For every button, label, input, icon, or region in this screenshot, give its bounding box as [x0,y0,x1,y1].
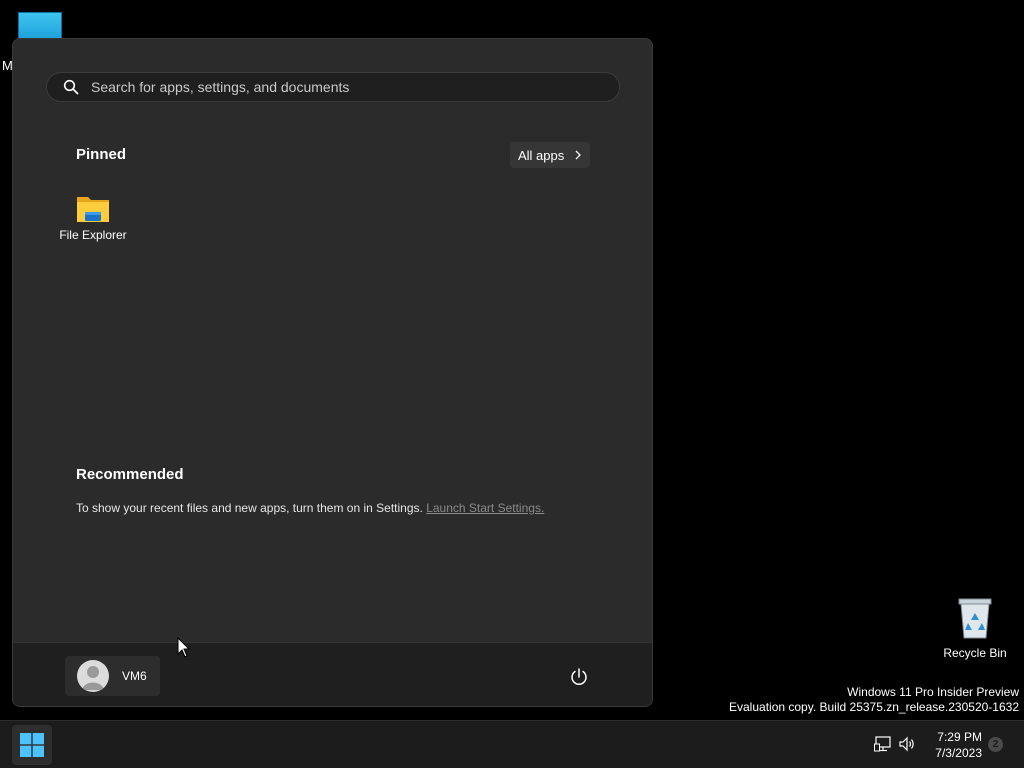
clock[interactable]: 7:29 PM 7/3/2023 [918,729,982,761]
pinned-heading: Pinned [76,146,127,163]
recycle-bin-label: Recycle Bin [943,646,1007,660]
start-footer: VM6 [13,642,652,706]
recycle-bin[interactable]: Recycle Bin [938,596,1012,660]
clock-time: 7:29 PM [937,730,982,744]
user-account-button[interactable]: VM6 [65,656,160,696]
mouse-cursor-icon [177,637,191,658]
pinned-app-file-explorer[interactable]: File Explorer [49,187,137,251]
launch-start-settings-link[interactable]: Launch Start Settings. [426,501,544,515]
windows-logo-icon [20,733,44,757]
recommended-heading: Recommended [76,466,184,483]
notification-badge[interactable]: 2 [988,737,1003,752]
user-icon [82,666,104,690]
taskbar: 7:29 PM 7/3/2023 2 [0,720,1024,768]
power-icon[interactable] [568,666,590,688]
recommended-text: To show your recent files and new apps, … [76,501,423,515]
build-watermark: Windows 11 Pro Insider Preview Evaluatio… [729,685,1019,715]
start-menu: Pinned All apps File Explorer Recommende… [12,38,653,707]
clock-date: 7/3/2023 [935,746,982,760]
network-icon[interactable] [874,735,892,753]
all-apps-label: All apps [518,147,565,163]
watermark-build: Evaluation copy. Build 25375.zn_release.… [729,700,1019,714]
recommended-message: To show your recent files and new apps, … [76,501,544,515]
start-button[interactable] [12,725,52,765]
search-input[interactable] [89,78,593,96]
chevron-right-icon [575,150,582,160]
folder-icon [77,197,109,222]
avatar [77,660,109,692]
recycle-bin-icon [958,598,992,639]
watermark-edition: Windows 11 Pro Insider Preview [847,685,1019,699]
user-name: VM6 [122,669,147,683]
search-box[interactable] [46,72,620,102]
all-apps-button[interactable]: All apps [510,142,590,168]
volume-icon[interactable] [898,735,916,753]
pinned-app-label: File Explorer [59,228,127,242]
search-icon [63,79,79,95]
